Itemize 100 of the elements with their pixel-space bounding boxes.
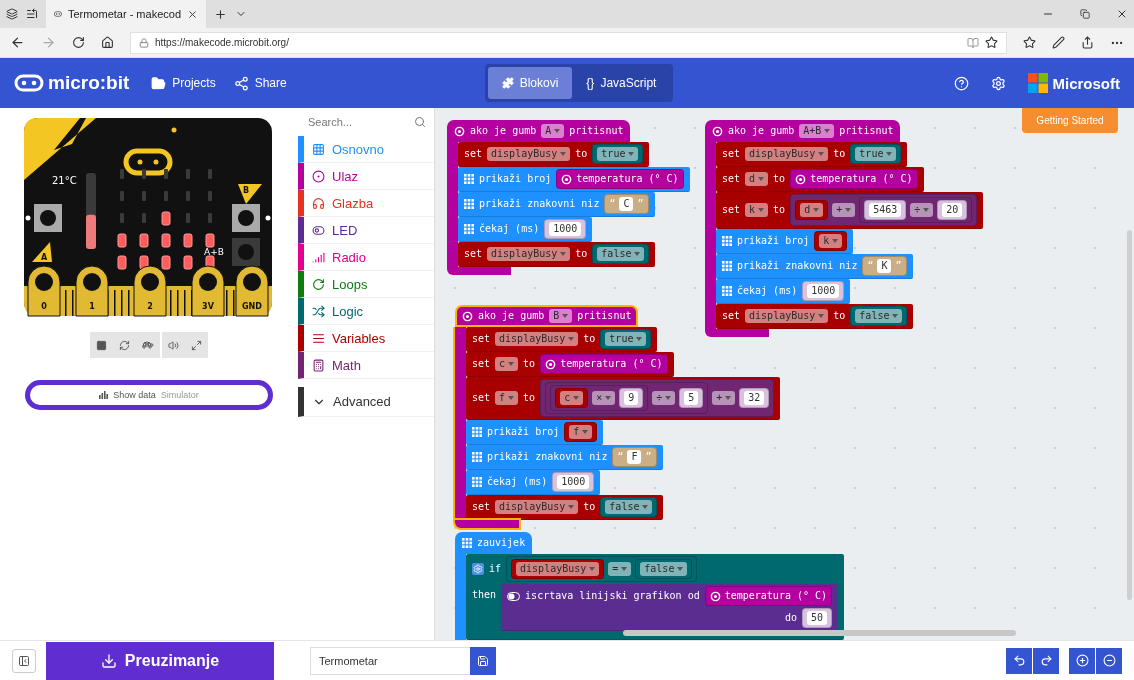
download-button[interactable]: Preuzimanje	[46, 641, 274, 680]
math-reporter-block[interactable]: d + 5463 ÷ 20	[790, 194, 978, 226]
variables-block[interactable]: set displayBusy to true	[458, 142, 650, 167]
dropdown-field[interactable]: displayBusy	[495, 332, 579, 346]
help-icon[interactable]	[953, 75, 969, 91]
dropdown-field[interactable]: displayBusy	[487, 147, 571, 161]
editor-tab[interactable]: Blokovi	[487, 67, 573, 99]
micro-bit-logo[interactable]: micro:bit	[14, 72, 130, 94]
home-icon[interactable]	[101, 36, 114, 49]
undo-button[interactable]	[1006, 647, 1032, 674]
dropdown-field[interactable]: displayBusy	[487, 247, 571, 261]
restore-icon[interactable]	[1080, 9, 1090, 19]
logic-reporter-block[interactable]: true	[600, 329, 652, 349]
turtle-icon[interactable]	[142, 339, 154, 351]
math-reporter-block[interactable]: c × 9 ÷ 5 + 32	[540, 379, 775, 417]
logic-reporter-block[interactable]: false	[600, 497, 658, 517]
set-aside-icon[interactable]	[26, 8, 38, 20]
basic-block[interactable]: prikaži broj k	[716, 229, 854, 254]
dropdown-field[interactable]: A+B	[799, 124, 835, 138]
pin-pad[interactable]	[75, 265, 109, 317]
value-field[interactable]: 1000	[557, 475, 590, 489]
basic-block[interactable]: prikaži znakovni niz “ F ”	[466, 445, 663, 470]
dropdown-field[interactable]: d	[745, 172, 769, 186]
tabs-icon[interactable]	[6, 8, 18, 20]
variables-block[interactable]: set displayBusy to true	[466, 327, 658, 352]
dropdown-field[interactable]: displayBusy	[495, 500, 579, 514]
text-value-reporter-block[interactable]: “ F ”	[612, 447, 657, 467]
number-reporter-block[interactable]: 5	[679, 388, 704, 408]
value-field[interactable]: 1000	[807, 284, 840, 298]
basic-block[interactable]: prikaži broj f	[466, 420, 604, 445]
dropdown-field[interactable]: false	[597, 247, 645, 261]
variables-reporter-block[interactable]: f	[564, 422, 598, 442]
restart-icon[interactable]	[119, 339, 130, 351]
stop-icon[interactable]	[96, 339, 107, 351]
dropdown-field[interactable]: ×	[592, 391, 616, 405]
dropdown-field[interactable]: true	[605, 332, 647, 346]
save-button[interactable]	[470, 646, 496, 675]
close-icon[interactable]	[1116, 8, 1128, 20]
dropdown-field[interactable]: +	[712, 391, 736, 405]
board-button[interactable]	[232, 204, 260, 232]
redo-button[interactable]	[1033, 647, 1059, 674]
logic-block[interactable]: if displayBusy = false then iscrtava linijski grafikon od temperatura (° C) do 50	[466, 554, 845, 640]
pin-pad[interactable]	[133, 265, 167, 317]
dropdown-field[interactable]: displayBusy	[516, 562, 600, 576]
text-value-reporter-block[interactable]: “ C ”	[604, 194, 649, 214]
basic-block[interactable]: prikaži broj temperatura (° C)	[458, 167, 690, 192]
basic-block[interactable]: čekaj (ms) 1000	[458, 217, 593, 242]
dropdown-field[interactable]: true	[855, 147, 897, 161]
logic-reporter-block[interactable]: false	[850, 306, 908, 326]
value-field[interactable]: 32	[744, 391, 765, 405]
basic-block[interactable]: čekaj (ms) 1000	[466, 470, 601, 495]
number-reporter-block[interactable]: 32	[739, 388, 770, 408]
variables-block[interactable]: set d to temperatura (° C)	[716, 167, 924, 192]
input-reporter-block[interactable]: temperatura (° C)	[790, 169, 918, 189]
variables-block[interactable]: set displayBusy to false	[466, 495, 664, 520]
number-reporter-block[interactable]: 1000	[802, 281, 845, 301]
pen-icon[interactable]	[1052, 36, 1065, 49]
basic-block[interactable]: prikaži znakovni niz “ C ”	[458, 192, 655, 217]
value-field[interactable]: 5	[684, 391, 699, 405]
search-field[interactable]: Search...	[298, 108, 434, 136]
variables-block[interactable]: set c to temperatura (° C)	[466, 352, 674, 377]
dropdown-field[interactable]: =	[608, 562, 632, 576]
pin-pad[interactable]	[235, 265, 269, 317]
variables-reporter-block[interactable]: d	[795, 200, 829, 220]
input-reporter-block[interactable]: temperatura (° C)	[704, 586, 833, 606]
value-field[interactable]: 50	[807, 611, 828, 625]
dropdown-field[interactable]: true	[597, 147, 639, 161]
settings-icon[interactable]	[990, 75, 1006, 91]
dropdown-field[interactable]: +	[832, 203, 856, 217]
event-block-header[interactable]: ako je gumb A+B pritisnut	[705, 120, 901, 142]
math-reporter-block[interactable]: c × 9 ÷ 5	[545, 382, 709, 414]
brand-link[interactable]: Microsoft	[1027, 73, 1120, 93]
input-reporter-block[interactable]: temperatura (° C)	[556, 169, 684, 189]
variables-block[interactable]: set displayBusy to true	[716, 142, 908, 167]
value-field[interactable]: 1000	[549, 222, 582, 236]
value-field[interactable]: 20	[942, 203, 963, 217]
dropdown-field[interactable]: displayBusy	[745, 147, 829, 161]
favorites-icon[interactable]	[1023, 36, 1036, 49]
scrollbar[interactable]	[623, 630, 1016, 636]
variables-reporter-block[interactable]: c	[555, 388, 589, 408]
dropdown-field[interactable]: B	[549, 309, 573, 323]
input-reporter-block[interactable]: temperatura (° C)	[540, 354, 668, 374]
variables-block[interactable]: set k to d + 5463 ÷ 20	[716, 192, 984, 229]
text-value-reporter-block[interactable]: “ K ”	[862, 256, 907, 276]
event-block-header[interactable]: ako je gumb A pritisnut	[447, 120, 631, 142]
dropdown-field[interactable]: k	[745, 203, 769, 217]
led-block[interactable]: iscrtava linijski grafikon od temperatura (° C) do 50	[501, 584, 839, 631]
star-icon[interactable]	[985, 36, 998, 49]
variables-reporter-block[interactable]: k	[814, 231, 848, 251]
value-field[interactable]: K	[877, 259, 892, 273]
value-field[interactable]: C	[619, 197, 634, 211]
zoom-in-button[interactable]	[1069, 647, 1095, 674]
dropdown-field[interactable]: A	[541, 124, 565, 138]
editor-tab[interactable]: {} JavaScript	[572, 67, 671, 99]
project-name-field[interactable]: Termometar	[310, 646, 470, 675]
number-reporter-block[interactable]: 1000	[544, 219, 587, 239]
dropdown-field[interactable]: k	[819, 234, 843, 248]
value-field[interactable]: 9	[624, 391, 639, 405]
fullscreen-icon[interactable]	[191, 339, 202, 351]
pin-pad[interactable]	[191, 265, 225, 317]
